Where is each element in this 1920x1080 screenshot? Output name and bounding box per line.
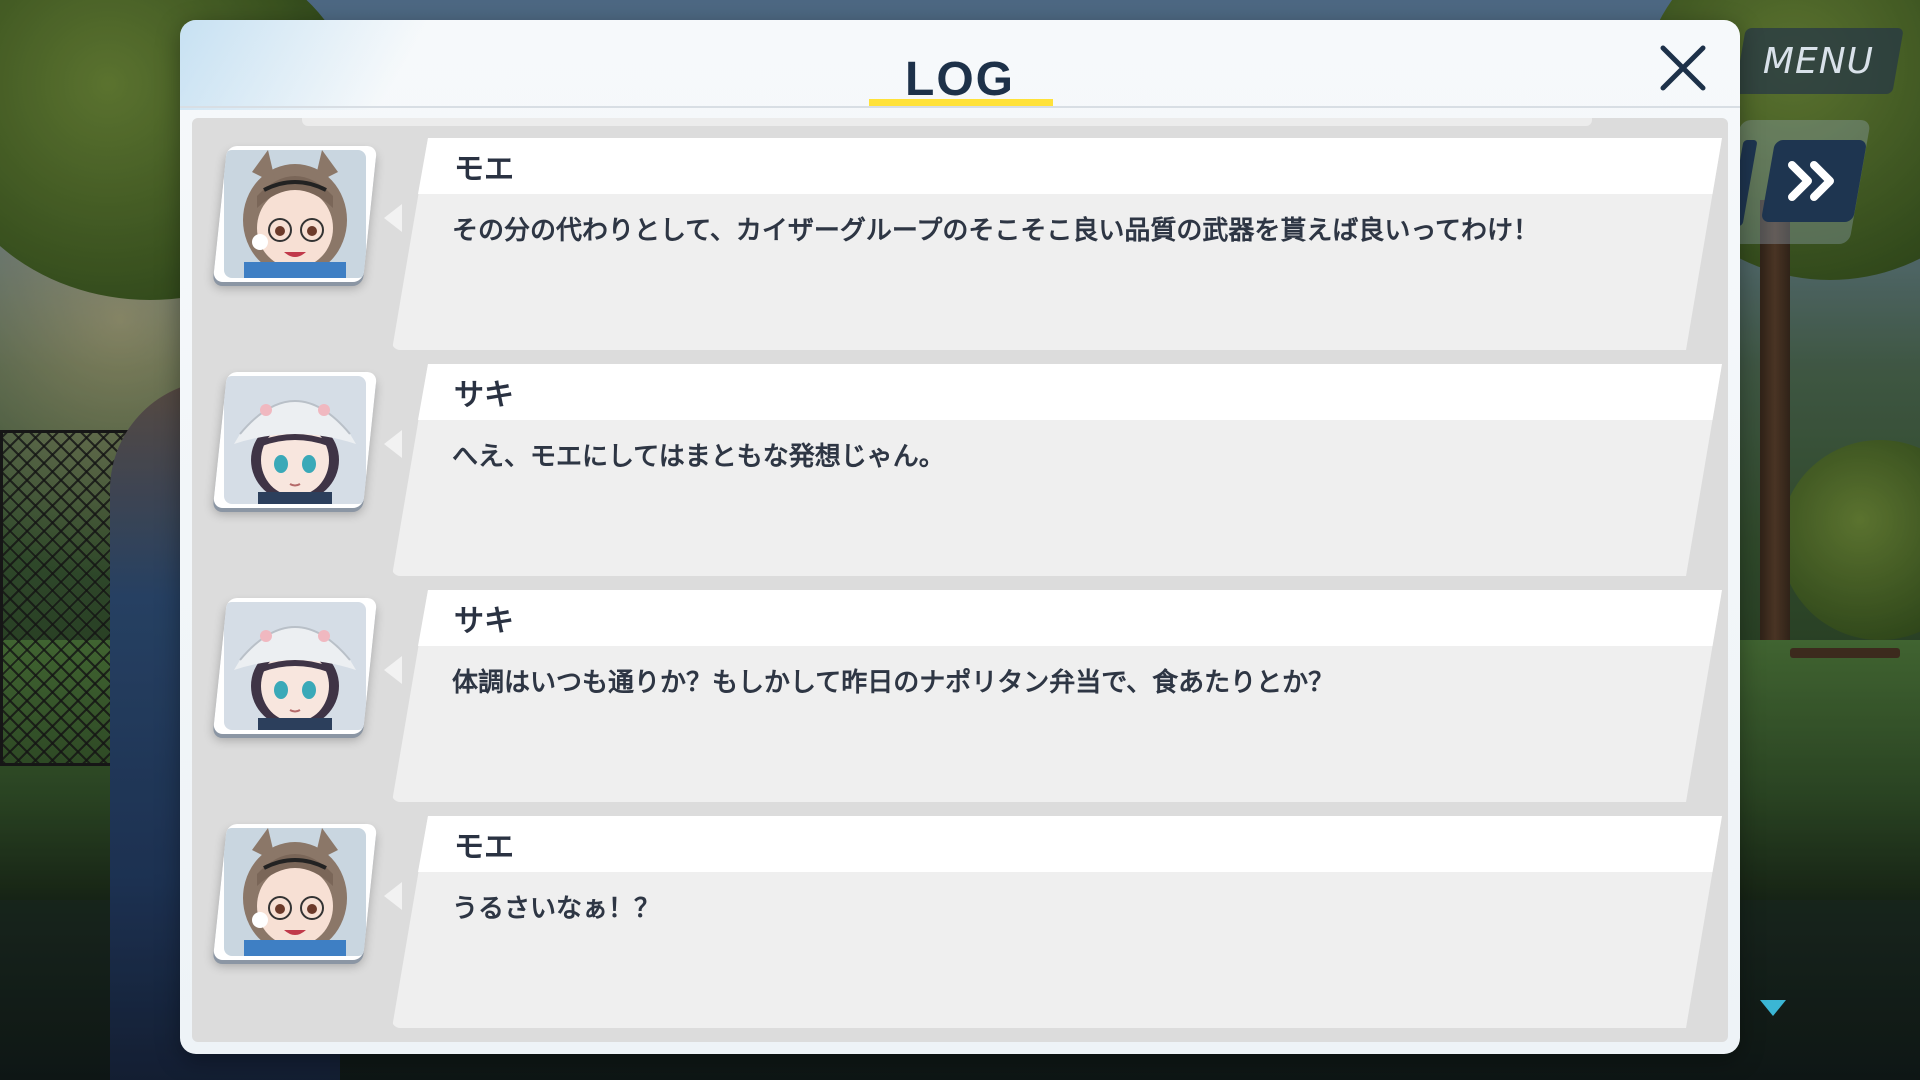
dialogue-text: うるさいなぁ！？: [452, 894, 661, 924]
dialogue-bubble: モエ その分の代わりとして、カイザーグループのそこそこ良い品質の武器を貰えば良い…: [392, 138, 1722, 350]
log-list[interactable]: モエ その分の代わりとして、カイザーグループのそこそこ良い品質の武器を貰えば良い…: [192, 118, 1728, 1042]
moe-portrait: [212, 824, 378, 960]
dialogue-bubble: モエ うるさいなぁ！？: [392, 816, 1722, 1028]
speaker-name: モエ: [454, 152, 514, 187]
dialogue-text: その分の代わりとして、カイザーグループのそこそこ良い品質の武器を貰えば良いってわ…: [452, 216, 1540, 246]
title-underline: [869, 99, 1053, 106]
saki-portrait: [212, 372, 378, 508]
triangle-down-icon: [1760, 1000, 1786, 1016]
speaker-name: サキ: [454, 378, 514, 413]
log-header: LOG: [180, 20, 1740, 108]
dialogue-text: へえ、モエにしてはまともな発想じゃん。: [452, 442, 945, 472]
dialogue-bubble: サキ 体調はいつも通りか？もしかして昨日のナポリタン弁当で、食あたりとか？: [392, 590, 1722, 802]
log-entry: モエ その分の代わりとして、カイザーグループのそこそこ良い品質の武器を貰えば良い…: [192, 138, 1728, 350]
close-icon: [1660, 45, 1706, 91]
dialogue-bubble: サキ へえ、モエにしてはまともな発想じゃん。: [392, 364, 1722, 576]
double-chevron-right-icon: [1788, 161, 1834, 201]
dialogue-text: 体調はいつも通りか？もしかして昨日のナポリタン弁当で、食あたりとか？: [452, 668, 1335, 698]
saki-portrait: [212, 598, 378, 734]
previous-entry-edge: [302, 118, 1592, 126]
log-entry: モエ うるさいなぁ！？: [192, 816, 1728, 1028]
speaker-name: サキ: [454, 604, 514, 639]
log-entry: サキ へえ、モエにしてはまともな発想じゃん。: [192, 364, 1728, 576]
menu-button[interactable]: MENU: [1734, 28, 1904, 94]
speaker-name: モエ: [454, 830, 514, 865]
menu-button-label: MENU: [1763, 40, 1875, 82]
log-window: LOG モエ その分の代わりとして、カイザーグループのそこそこ良い品質の武器を貰…: [180, 20, 1740, 1054]
log-entry: サキ 体調はいつも通りか？もしかして昨日のナポリタン弁当で、食あたりとか？: [192, 590, 1728, 802]
skip-button[interactable]: [1760, 140, 1868, 222]
moe-portrait: [212, 146, 378, 282]
close-button[interactable]: [1653, 38, 1713, 98]
